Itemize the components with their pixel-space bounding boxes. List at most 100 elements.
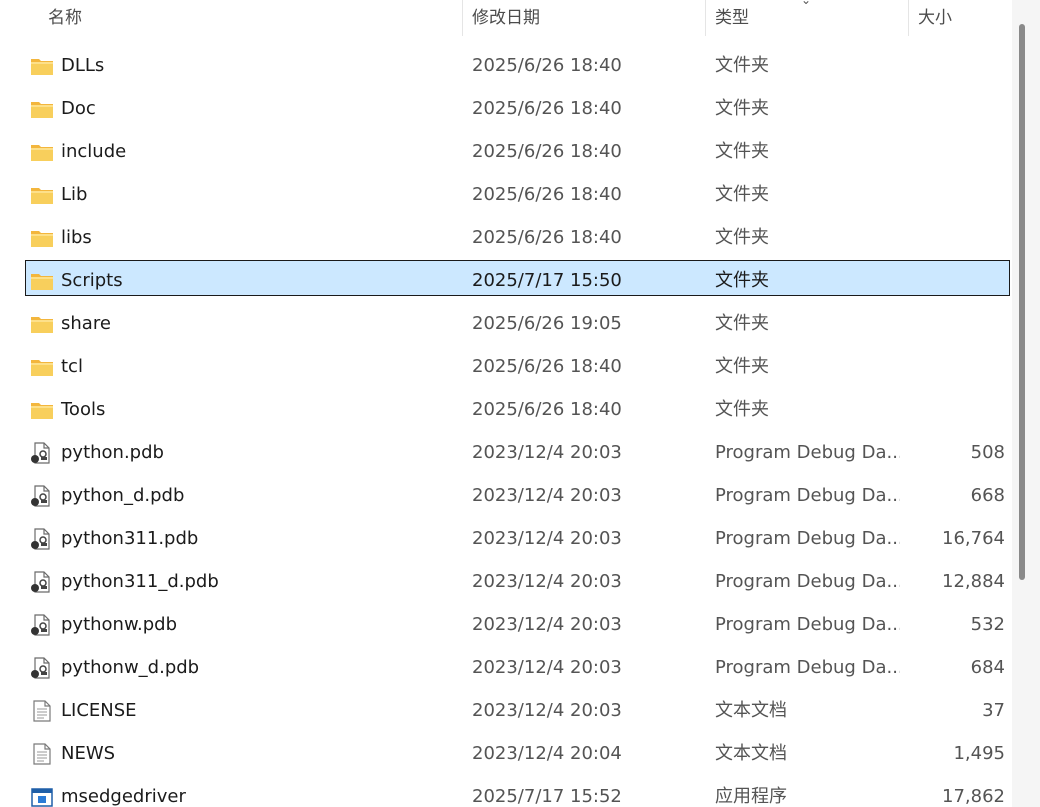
column-divider[interactable] (462, 0, 463, 36)
column-divider[interactable] (705, 0, 706, 36)
file-row[interactable]: python311_d.pdb 2023/12/4 20:03 Program De… (0, 560, 1010, 603)
file-type: Program Debug Da... (715, 528, 900, 549)
file-row[interactable]: NEWS 2023/12/4 20:04 文本文档 1,495 (0, 732, 1010, 775)
file-name: Lib (61, 184, 88, 205)
file-row[interactable]: LICENSE 2023/12/4 20:03 文本文档 37 (0, 689, 1010, 732)
file-modified-date: 2023/12/4 20:03 (472, 614, 622, 635)
file-modified-date: 2025/6/26 18:40 (472, 356, 622, 377)
file-size: 508 (970, 442, 1005, 463)
file-type: Program Debug Da... (715, 442, 900, 463)
file-size: 17,862 (942, 786, 1005, 807)
pdb-file-icon (30, 657, 54, 679)
file-modified-date: 2023/12/4 20:03 (472, 485, 622, 506)
file-modified-date: 2025/6/26 18:40 (472, 98, 622, 119)
scrollbar-thumb[interactable] (1019, 24, 1025, 580)
file-row[interactable]: Doc 2025/6/26 18:40 文件夹 (0, 87, 1010, 130)
file-name: python311.pdb (61, 528, 199, 549)
file-row[interactable]: python_d.pdb 2023/12/4 20:03 Program Debug… (0, 474, 1010, 517)
file-type: 文本文档 (715, 700, 787, 721)
file-explorer-list: 名称 修改日期 类型 ⌄ 大小 DLLs 2025/6/26 18:40 文件夹 Do… (0, 0, 1040, 807)
file-name: python311_d.pdb (61, 571, 219, 592)
file-type: 文本文档 (715, 743, 787, 764)
file-type: 文件夹 (715, 184, 769, 205)
file-list: DLLs 2025/6/26 18:40 文件夹 Doc 2025/6/26 18:40… (0, 44, 1010, 807)
file-name: libs (61, 227, 92, 248)
file-name: Tools (61, 399, 106, 420)
file-modified-date: 2025/6/26 18:40 (472, 227, 622, 248)
folder-icon (30, 98, 54, 120)
file-name: NEWS (61, 743, 116, 764)
text-file-icon (30, 700, 54, 722)
file-name: Doc (61, 98, 96, 119)
file-row[interactable]: python311.pdb 2023/12/4 20:03 Program Debu… (0, 517, 1010, 560)
file-type: 文件夹 (715, 356, 769, 377)
file-name: Scripts (61, 270, 123, 291)
file-modified-date: 2023/12/4 20:04 (472, 743, 622, 764)
file-row[interactable]: pythonw_d.pdb 2023/12/4 20:03 Program Debu… (0, 646, 1010, 689)
file-modified-date: 2025/6/26 18:40 (472, 184, 622, 205)
folder-icon (30, 356, 54, 378)
file-name: share (61, 313, 111, 334)
file-modified-date: 2023/12/4 20:03 (472, 700, 622, 721)
file-row[interactable]: Scripts 2025/7/17 15:50 文件夹 (0, 259, 1010, 302)
folder-icon (30, 313, 54, 335)
pdb-file-icon (30, 528, 54, 550)
file-size: 668 (970, 485, 1005, 506)
file-row[interactable]: DLLs 2025/6/26 18:40 文件夹 (0, 44, 1010, 87)
application-icon (30, 786, 54, 807)
file-size: 532 (970, 614, 1005, 635)
folder-icon (30, 141, 54, 163)
folder-icon (30, 227, 54, 249)
file-row[interactable]: libs 2025/6/26 18:40 文件夹 (0, 216, 1010, 259)
file-modified-date: 2025/6/26 18:40 (472, 55, 622, 76)
file-type: Program Debug Da... (715, 571, 900, 592)
file-type: 文件夹 (715, 270, 769, 291)
sort-chevron-icon: ⌄ (801, 0, 812, 7)
file-type: Program Debug Da... (715, 657, 900, 678)
file-type: 文件夹 (715, 98, 769, 119)
file-type: Program Debug Da... (715, 614, 900, 635)
file-name: LICENSE (61, 700, 137, 721)
file-type: 应用程序 (715, 786, 787, 807)
file-name: include (61, 141, 127, 162)
column-header-size[interactable]: 大小 (918, 0, 952, 36)
file-modified-date: 2025/7/17 15:52 (472, 786, 622, 807)
file-type: 文件夹 (715, 55, 769, 76)
file-row[interactable]: pythonw.pdb 2023/12/4 20:03 Program Debug … (0, 603, 1010, 646)
file-size: 37 (982, 700, 1005, 721)
column-header-name[interactable]: 名称 (48, 0, 82, 36)
file-modified-date: 2025/6/26 19:05 (472, 313, 622, 334)
file-row[interactable]: include 2025/6/26 18:40 文件夹 (0, 130, 1010, 173)
pdb-file-icon (30, 571, 54, 593)
file-modified-date: 2025/7/17 15:50 (472, 270, 622, 291)
file-modified-date: 2023/12/4 20:03 (472, 571, 622, 592)
folder-icon (30, 55, 54, 77)
text-file-icon (30, 743, 54, 765)
file-type: 文件夹 (715, 313, 769, 334)
column-header-modified[interactable]: 修改日期 (472, 0, 540, 36)
file-row[interactable]: python.pdb 2023/12/4 20:03 Program Debug D… (0, 431, 1010, 474)
file-name: python.pdb (61, 442, 164, 463)
file-row[interactable]: tcl 2025/6/26 18:40 文件夹 (0, 345, 1010, 388)
file-row[interactable]: Tools 2025/6/26 18:40 文件夹 (0, 388, 1010, 431)
file-name: pythonw.pdb (61, 614, 178, 635)
file-name: pythonw_d.pdb (61, 657, 200, 678)
pdb-file-icon (30, 485, 54, 507)
column-divider[interactable] (908, 0, 909, 36)
file-type: 文件夹 (715, 399, 769, 420)
column-header-type[interactable]: 类型 (715, 0, 749, 36)
file-name: DLLs (61, 55, 105, 76)
pdb-file-icon (30, 442, 54, 464)
folder-icon (30, 184, 54, 206)
file-name: python_d.pdb (61, 485, 185, 506)
file-type: 文件夹 (715, 141, 769, 162)
file-size: 12,884 (942, 571, 1005, 592)
file-size: 684 (970, 657, 1005, 678)
file-row[interactable]: Lib 2025/6/26 18:40 文件夹 (0, 173, 1010, 216)
file-type: Program Debug Da... (715, 485, 900, 506)
file-row[interactable]: msedgedriver 2025/7/17 15:52 应用程序 17,862 (0, 775, 1010, 807)
vertical-scrollbar[interactable] (1012, 0, 1040, 807)
file-size: 1,495 (953, 743, 1005, 764)
file-row[interactable]: share 2025/6/26 19:05 文件夹 (0, 302, 1010, 345)
folder-icon (30, 399, 54, 421)
